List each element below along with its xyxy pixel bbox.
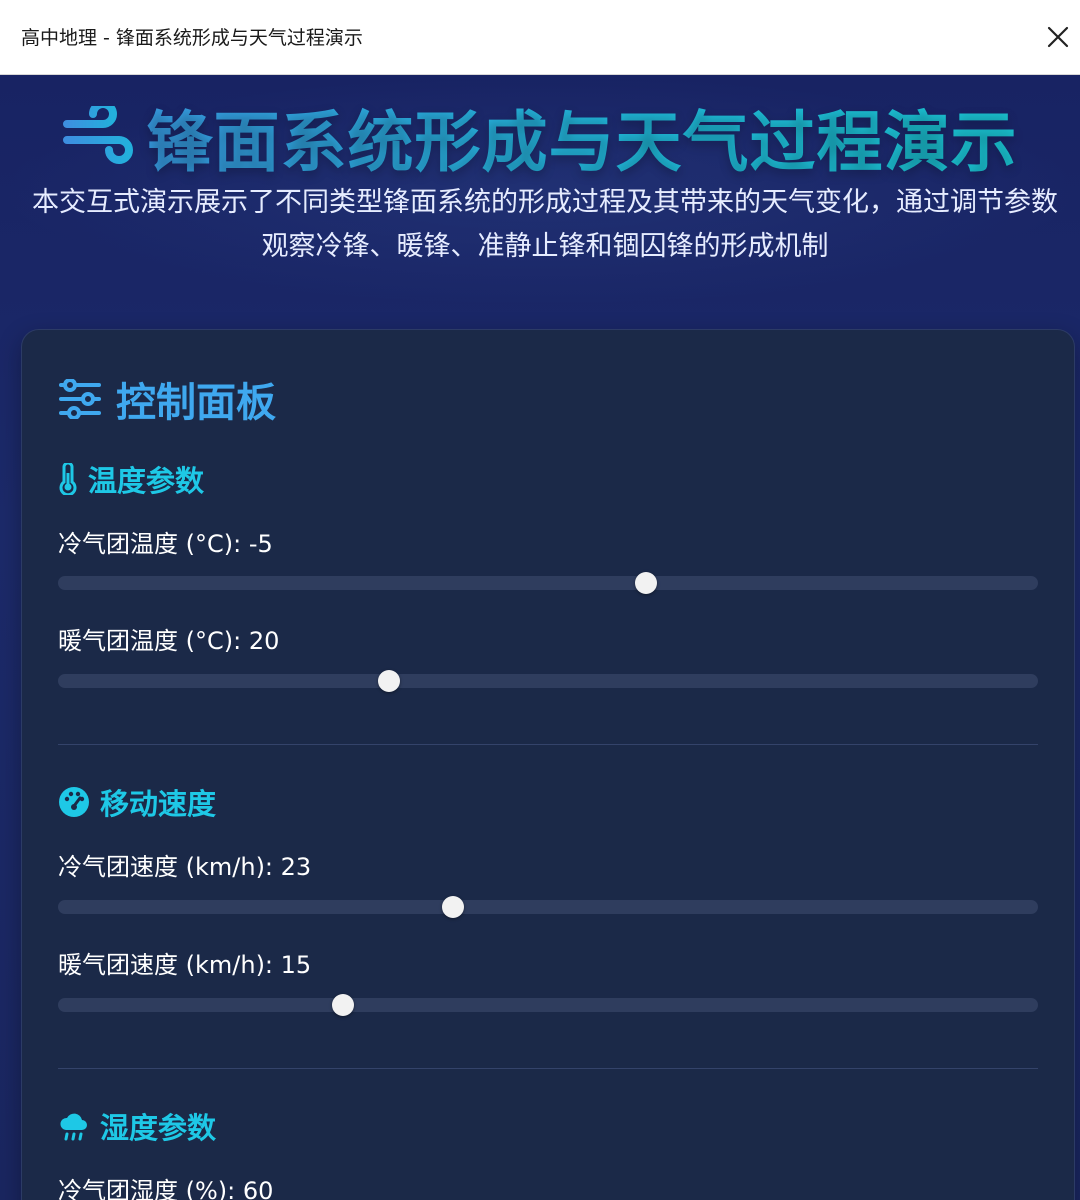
page-title: 锋面系统形成与天气过程演示: [0, 89, 1080, 185]
description-line-2: 观察冷锋、暖锋、准静止锋和锢囚锋的形成机制: [261, 231, 829, 262]
cold-humidity-label: 冷气团湿度 (%): 60: [58, 1177, 274, 1200]
slider-thumb[interactable]: [635, 572, 657, 594]
control-panel-title: 控制面板: [58, 370, 276, 428]
section-humidity-title: 湿度参数: [58, 1105, 216, 1147]
cloud-rain-icon: [60, 1113, 87, 1141]
warm-speed-slider[interactable]: [58, 994, 1038, 1016]
cold-speed-label: 冷气团速度 (km/h): 23: [58, 853, 312, 881]
close-button[interactable]: [1042, 21, 1074, 53]
sliders-icon: [59, 379, 101, 419]
warm-speed-label: 暖气团速度 (km/h): 15: [58, 951, 312, 979]
section-speed-title-text: 移动速度: [100, 787, 217, 821]
section-divider: [58, 744, 1038, 745]
warm-temperature-label: 暖气团温度 (°C): 20: [58, 627, 280, 655]
slider-thumb[interactable]: [378, 670, 401, 692]
control-panel-title-text: 控制面板: [116, 380, 276, 426]
gauge-icon: [59, 787, 89, 817]
description-line-1: 本交互式演示展示了不同类型锋面系统的形成过程及其带来的天气变化，通过调节参数: [32, 187, 1058, 218]
slider-thumb[interactable]: [332, 994, 355, 1016]
page-description: 本交互式演示展示了不同类型锋面系统的形成过程及其带来的天气变化，通过调节参数 观…: [10, 181, 1080, 269]
cold-speed-slider[interactable]: [58, 896, 1038, 918]
window-titlebar: 高中地理 - 锋面系统形成与天气过程演示: [0, 0, 1080, 75]
cold-temperature-slider[interactable]: [58, 572, 1038, 594]
window-title: 高中地理 - 锋面系统形成与天气过程演示: [21, 27, 363, 49]
thermometer-icon: [59, 463, 77, 495]
page-title-text: 锋面系统形成与天气过程演示: [146, 104, 1018, 181]
warm-temperature-slider[interactable]: [58, 670, 1038, 692]
section-speed-title: 移动速度: [58, 781, 216, 823]
control-panel: 控制面板 温度参数 冷气团温度 (°C): -5 暖气团温度 (°C): 20: [21, 329, 1075, 1200]
section-temperature-title: 温度参数: [58, 458, 204, 500]
page-header: 锋面系统形成与天气过程演示 本交互式演示展示了不同类型锋面系统的形成过程及其带来…: [0, 75, 1080, 305]
section-humidity-title-text: 湿度参数: [100, 1111, 217, 1145]
section-divider: [58, 1068, 1038, 1069]
wind-icon: [62, 106, 133, 168]
cold-temperature-label: 冷气团温度 (°C): -5: [58, 530, 273, 558]
app-content: 锋面系统形成与天气过程演示 本交互式演示展示了不同类型锋面系统的形成过程及其带来…: [0, 75, 1080, 1200]
section-temperature-title-text: 温度参数: [88, 464, 205, 498]
slider-thumb[interactable]: [441, 896, 464, 918]
close-icon: [1047, 26, 1069, 48]
